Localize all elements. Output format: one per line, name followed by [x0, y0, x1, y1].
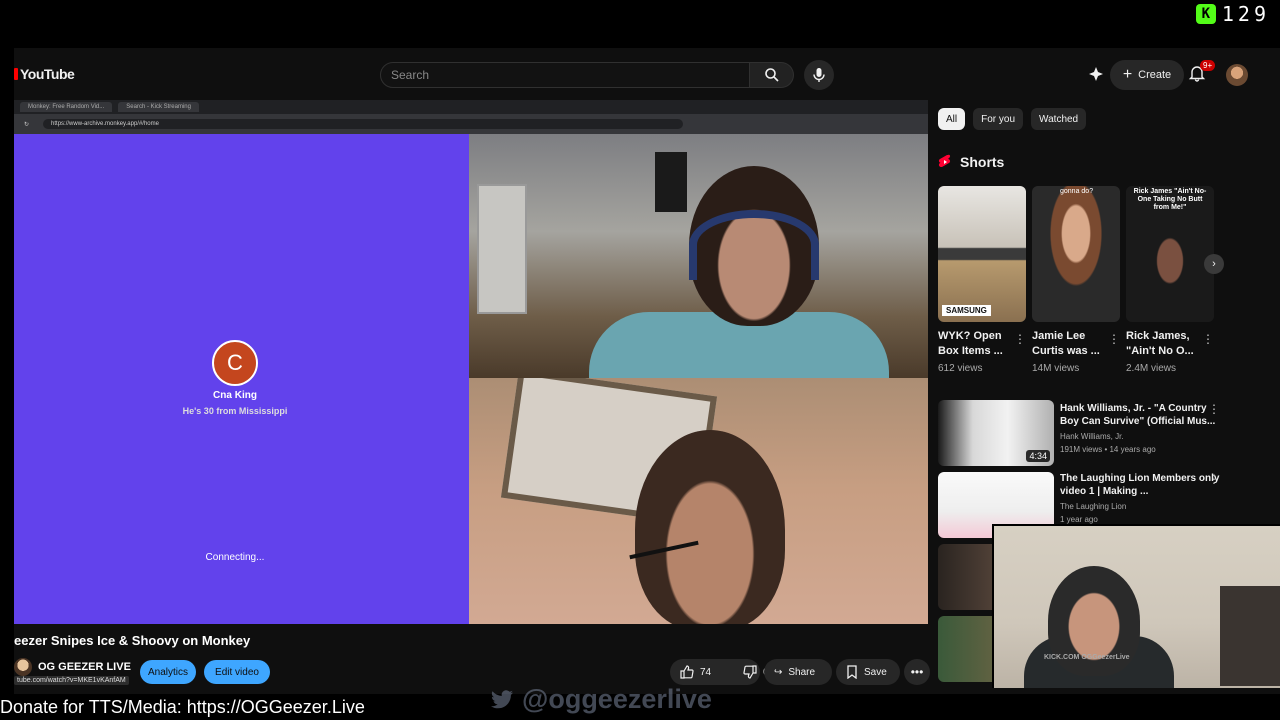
video-player[interactable]: Monkey: Free Random Vid... Search - Kick…	[14, 100, 928, 624]
reload-icon: ↻	[24, 121, 30, 128]
account-avatar[interactable]	[1226, 64, 1248, 86]
notification-badge: 9+	[1200, 60, 1216, 71]
caller-avatar: C	[212, 340, 258, 386]
sparkle-icon	[1089, 67, 1103, 81]
browser-tab: Monkey: Free Random Vid...	[20, 102, 113, 112]
short-title[interactable]: WYK? Open Box Items ...	[938, 329, 1018, 359]
share-icon: ↪	[774, 666, 783, 678]
browser-tab: Search - Kick Streaming	[118, 102, 199, 112]
short-title[interactable]: Jamie Lee Curtis was ...	[1032, 329, 1112, 359]
short-views: 2.4M views	[1126, 363, 1177, 374]
viewer-count: K 129	[1195, 2, 1270, 26]
youtube-play-icon	[14, 68, 18, 80]
streamer-webcam: KICK.COM OGGeezerLive	[992, 524, 1280, 688]
chip-for-you[interactable]: For you	[973, 108, 1024, 130]
like-dislike-group: 74 0	[670, 659, 769, 685]
short-menu-icon[interactable]: ⋮	[1014, 332, 1026, 346]
twitter-handle-text: @oggeezerlive	[522, 684, 712, 714]
edit-video-button[interactable]: Edit video	[204, 660, 270, 684]
studio-sparkle-button[interactable]	[1088, 66, 1104, 87]
save-label: Save	[864, 666, 887, 678]
short-thumb-text: SAMSUNG	[942, 305, 991, 316]
donate-banner: Donate for TTS/Media: https://OGGeezer.L…	[0, 697, 365, 717]
youtube-header: YouTube Search + Create 9+	[14, 56, 1280, 98]
short-thumb-text: Rick James "Ain't No-One Taking No Butt …	[1133, 188, 1207, 211]
bookmark-icon	[847, 665, 857, 679]
thumbs-up-icon	[680, 665, 694, 679]
short-menu-icon[interactable]: ⋮	[1108, 332, 1120, 346]
embedded-browser-url-bar: ↻ https://www-archive.monkey.app/#/home	[14, 114, 928, 134]
shorts-next-button[interactable]: ›	[1204, 254, 1224, 274]
youtube-logo-text: YouTube	[20, 66, 75, 82]
video-channel[interactable]: The Laughing Lion	[1060, 502, 1126, 511]
monkey-caller-panel: C Cna King He's 30 from Mississippi Conn…	[14, 134, 469, 624]
more-horizontal-icon: •••	[910, 665, 924, 679]
video-channel[interactable]: Hank Williams, Jr.	[1060, 432, 1124, 441]
chip-all[interactable]: All	[938, 108, 966, 130]
video-title-link[interactable]: Hank Williams, Jr. - "A Country Boy Can …	[1060, 402, 1220, 428]
video-meta: 191M views • 14 years ago	[1060, 445, 1156, 454]
shorts-icon	[938, 154, 951, 167]
short-thumbnail[interactable]: SAMSUNG	[938, 186, 1026, 322]
twitter-handle-overlay: @oggeezerlive	[490, 684, 712, 715]
chevron-right-icon: ›	[1212, 258, 1216, 270]
thumbs-down-icon	[743, 665, 757, 679]
create-button[interactable]: + Create	[1110, 60, 1184, 90]
connecting-status: Connecting...	[205, 552, 265, 563]
short-views: 612 views	[938, 363, 983, 374]
like-button[interactable]: 74	[670, 659, 721, 685]
video-title: eezer Snipes Ice & Shoovy on Monkey	[14, 633, 251, 648]
plus-icon: +	[1122, 66, 1133, 83]
caller-name: Cna King	[213, 390, 257, 401]
chip-watched[interactable]: Watched	[1031, 108, 1087, 130]
short-thumbnail[interactable]: gonna do?	[1032, 186, 1120, 322]
voice-search-button[interactable]	[804, 60, 834, 90]
share-button[interactable]: ↪ Share	[764, 659, 832, 685]
video-title-link[interactable]: The Laughing Lion Members only video 1 |…	[1060, 472, 1220, 498]
shorts-heading: Shorts	[938, 154, 1004, 170]
video-menu-icon[interactable]: ⋮	[1208, 402, 1220, 416]
youtube-logo[interactable]: YouTube	[14, 66, 75, 82]
channel-name[interactable]: OG GEEZER LIVE	[38, 661, 131, 673]
embedded-browser-tabs: Monkey: Free Random Vid... Search - Kick…	[14, 100, 928, 114]
share-label: Share	[788, 666, 816, 678]
kick-logo-icon: K	[1195, 4, 1216, 24]
channel-avatar[interactable]	[14, 658, 32, 676]
video-menu-icon[interactable]: ⋮	[1208, 472, 1220, 486]
embedded-url-text: https://www-archive.monkey.app/#/home	[43, 119, 684, 129]
search-placeholder: Search	[391, 68, 430, 82]
microphone-icon	[813, 68, 825, 82]
caller-info: He's 30 from Mississippi	[182, 406, 288, 416]
save-button[interactable]: Save	[836, 659, 900, 685]
search-icon	[764, 68, 779, 82]
twitter-bird-icon	[491, 689, 513, 708]
like-count: 74	[700, 666, 712, 678]
short-title[interactable]: Rick James, "Ain't No O...	[1126, 329, 1206, 359]
video-thumbnail[interactable]: 4:34	[938, 400, 1054, 466]
video-duration: 4:34	[1026, 450, 1050, 462]
analytics-button[interactable]: Analytics	[140, 660, 196, 684]
more-actions-button[interactable]: •••	[904, 659, 930, 685]
short-views: 14M views	[1032, 363, 1080, 374]
short-thumb-text: gonna do?	[1060, 188, 1094, 195]
search-button[interactable]	[750, 62, 794, 88]
link-url-tooltip: tube.com/watch?v=MKE1vKAnfAM	[14, 676, 129, 685]
shorts-heading-text: Shorts	[960, 154, 1005, 170]
webcam-shirt-text: KICK.COM OGGeezerLive	[1044, 654, 1130, 661]
search-input[interactable]: Search	[380, 62, 750, 88]
short-menu-icon[interactable]: ⋮	[1202, 332, 1214, 346]
viewer-count-value: 129	[1221, 2, 1270, 26]
filter-chips: All For you Watched	[938, 108, 1087, 130]
video-call-camera-top	[469, 134, 928, 378]
short-thumbnail[interactable]: Rick James "Ain't No-One Taking No Butt …	[1126, 186, 1214, 322]
video-call-camera-bottom	[469, 378, 928, 624]
create-label: Create	[1138, 69, 1172, 81]
video-meta: 1 year ago	[1060, 515, 1098, 524]
